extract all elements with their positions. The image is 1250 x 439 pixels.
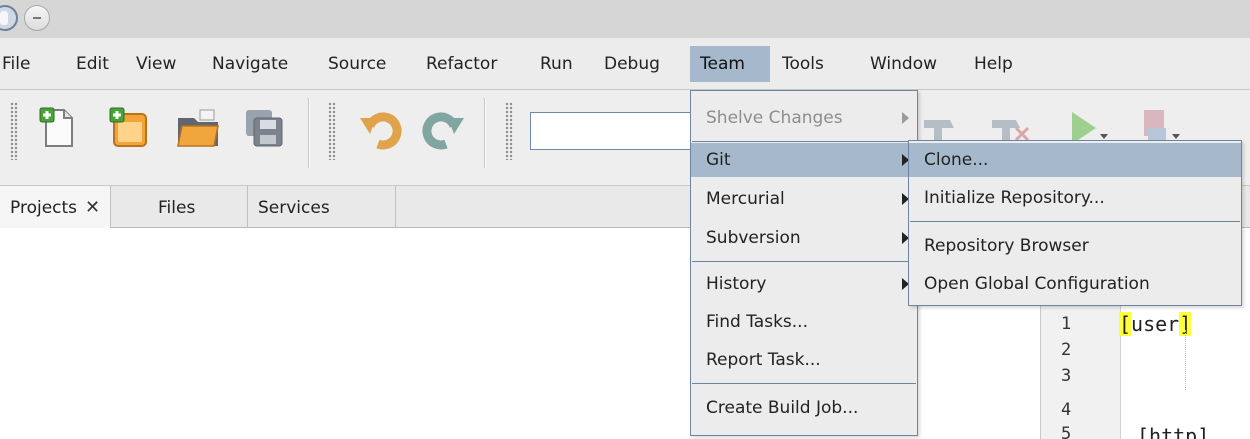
menu-item-shelve-changes[interactable]: Shelve Changes	[691, 101, 917, 135]
tab-projects[interactable]: Projects ✕	[0, 186, 112, 230]
menu-separator	[692, 383, 916, 384]
menu-item-label: Shelve Changes	[706, 108, 843, 128]
toolbar-grip[interactable]	[10, 102, 18, 160]
menu-separator	[692, 141, 916, 142]
toolbar-grip[interactable]	[505, 102, 513, 160]
menu-debug[interactable]: Debug	[594, 46, 672, 82]
menu-item-label: Subversion	[706, 228, 801, 248]
menu-item-git[interactable]: Git	[691, 143, 917, 177]
git-submenu: Clone... Initialize Repository... Reposi…	[908, 140, 1242, 306]
open-project-icon[interactable]	[174, 104, 222, 152]
menu-separator	[910, 221, 1240, 222]
menu-item-repository-browser[interactable]: Repository Browser	[909, 229, 1241, 263]
menu-help[interactable]: Help	[964, 46, 1025, 82]
line-number: 4	[1061, 400, 1072, 420]
save-all-icon[interactable]	[240, 104, 288, 152]
redo-icon[interactable]	[420, 104, 468, 152]
menu-edit[interactable]: Edit	[66, 46, 121, 82]
toolbar-separator	[308, 98, 310, 168]
tab-files[interactable]: Files	[148, 186, 248, 228]
menu-separator	[692, 261, 916, 262]
new-project-icon[interactable]	[106, 104, 154, 152]
tab-services[interactable]: Services	[248, 186, 396, 228]
line-number: 2	[1061, 340, 1072, 360]
menu-run[interactable]: Run	[530, 46, 585, 82]
menu-item-open-global-configuration[interactable]: Open Global Configuration	[909, 267, 1241, 301]
menu-bar: File Edit View Navigate Source Refactor …	[0, 38, 1250, 90]
menu-item-mercurial[interactable]: Mercurial	[691, 182, 917, 216]
toolbar-grip[interactable]	[328, 102, 336, 160]
code-line: [user]	[1119, 312, 1192, 336]
undo-icon[interactable]	[356, 104, 404, 152]
menu-item-find-tasks[interactable]: Find Tasks...	[691, 305, 917, 339]
app-window-icon[interactable]	[0, 5, 18, 31]
menu-item-label: History	[706, 274, 767, 294]
close-icon[interactable]: ✕	[85, 186, 100, 230]
bracket-highlight: [	[1119, 312, 1132, 336]
line-number: 1	[1061, 314, 1072, 334]
indent-guide	[1185, 330, 1186, 390]
menu-item-clone[interactable]: Clone...	[909, 143, 1241, 177]
menu-navigate[interactable]: Navigate	[202, 46, 300, 82]
line-number: 3	[1061, 366, 1072, 386]
section-name: user	[1131, 312, 1180, 336]
tab-projects-label: Projects	[10, 198, 78, 218]
minimize-window-icon[interactable]	[24, 5, 50, 31]
menu-tools[interactable]: Tools	[772, 46, 836, 82]
configuration-combobox[interactable]	[530, 112, 700, 150]
menu-file[interactable]: File	[0, 46, 42, 82]
menu-view[interactable]: View	[126, 46, 188, 82]
window-title-bar	[0, 0, 1250, 38]
menu-refactor[interactable]: Refactor	[416, 46, 509, 82]
menu-item-create-build-job[interactable]: Create Build Job...	[691, 391, 917, 425]
menu-team[interactable]: Team	[690, 46, 770, 82]
new-file-icon[interactable]	[34, 104, 82, 152]
code-line: [http]	[1137, 424, 1210, 439]
menu-item-subversion[interactable]: Subversion	[691, 221, 917, 255]
menu-item-label: Git	[706, 150, 731, 170]
menu-item-history[interactable]: History	[691, 267, 917, 301]
toolbar-separator	[484, 98, 486, 168]
line-number: 5	[1061, 424, 1072, 439]
submenu-arrow-icon	[902, 112, 909, 124]
menu-window[interactable]: Window	[860, 46, 949, 82]
menu-item-label: Mercurial	[706, 189, 785, 209]
menu-source[interactable]: Source	[318, 46, 398, 82]
team-menu: Shelve Changes Git Mercurial Subversion …	[690, 90, 918, 436]
menu-item-initialize-repository[interactable]: Initialize Repository...	[909, 181, 1241, 215]
menu-item-report-task[interactable]: Report Task...	[691, 343, 917, 377]
